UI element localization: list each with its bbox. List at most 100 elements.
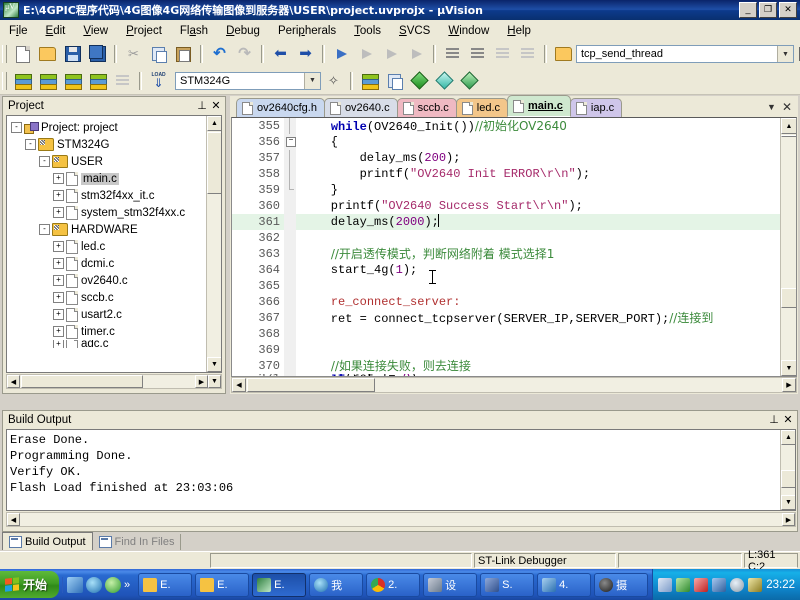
tree-item-project[interactable]: - Project: project [11, 119, 221, 136]
code-line[interactable]: 359 } [232, 182, 780, 198]
rebuild-all-button[interactable] [61, 69, 84, 92]
scrollbar-thumb[interactable] [781, 470, 795, 488]
scroll-down-icon[interactable]: ▼ [781, 495, 795, 510]
scroll-down-icon[interactable]: ▼ [207, 357, 221, 372]
tree-file-adc-c[interactable]: + adc.c [11, 340, 221, 348]
code-line[interactable]: 360 printf("OV2640 Success Start\r\n"); [232, 198, 780, 214]
bookmark-browse-button[interactable] [795, 43, 800, 66]
code-vertical-scrollbar[interactable]: ▲ ▼ [780, 118, 796, 376]
tree-toggle[interactable]: + [53, 326, 64, 337]
tree-toggle[interactable]: - [11, 122, 22, 133]
taskbar-clock[interactable]: 23:22 [766, 579, 795, 591]
scrollbar-thumb[interactable] [207, 132, 221, 194]
editor-tab-sccb-c[interactable]: sccb.c [396, 98, 457, 117]
menu-project[interactable]: Project [117, 23, 171, 39]
close-button[interactable]: ✕ [779, 2, 797, 18]
scroll-left-icon[interactable]: ◀ [7, 513, 20, 526]
code-line[interactable]: 368 [232, 326, 780, 342]
fold-marker[interactable] [284, 278, 296, 294]
navigate-forward-button[interactable]: ➡ [294, 43, 317, 66]
chevron-down-icon[interactable]: ▼ [304, 72, 320, 89]
code-line[interactable]: 369 [232, 342, 780, 358]
code-line[interactable]: 363 //开启透传模式，判断网络附着 模式选择1 [232, 246, 780, 262]
menu-edit[interactable]: Edit [37, 23, 75, 39]
menu-svcs[interactable]: SVCS [390, 23, 439, 39]
scrollbar-thumb[interactable] [21, 375, 143, 388]
menu-view[interactable]: View [74, 23, 117, 39]
tree-file-led-c[interactable]: + led.c [11, 238, 221, 255]
pack-installer-button[interactable] [433, 69, 456, 92]
cable-icon[interactable] [748, 577, 763, 592]
code-line[interactable]: 367 ret = connect_tcpserver(SERVER_IP,SE… [232, 310, 780, 326]
tree-group-user[interactable]: - USER [11, 153, 221, 170]
code-line-current[interactable]: 361 delay_ms(2000); [232, 214, 780, 230]
scroll-up-icon[interactable]: ▲ [781, 118, 796, 134]
task-button-device[interactable]: 4. [537, 572, 592, 597]
stop-build-button[interactable] [111, 69, 134, 92]
editor-tab-main-c[interactable]: main.c [507, 95, 571, 117]
task-button-explorer-2[interactable]: E. [195, 572, 250, 597]
code-line[interactable]: 355 while(OV2640_Init())//初始化OV2640 [232, 118, 780, 134]
tree-file-system-stm32f4xx-c[interactable]: + system_stm32f4xx.c [11, 204, 221, 221]
toolbar-grip[interactable] [2, 45, 7, 63]
code-line[interactable]: 364 start_4g(1); [232, 262, 780, 278]
fold-marker[interactable] [284, 230, 296, 246]
close-icon[interactable]: ✕ [782, 100, 792, 114]
tree-file-stm32f4xx-it-c[interactable]: + stm32f4xx_it.c [11, 187, 221, 204]
tree-file-sccb-c[interactable]: + sccb.c [11, 289, 221, 306]
quick-launch-overflow[interactable]: » [124, 579, 130, 591]
fold-marker[interactable] [284, 262, 296, 278]
tree-toggle[interactable]: + [53, 190, 64, 201]
open-file-button[interactable] [36, 43, 59, 66]
editor-tab-ov2640-c[interactable]: ov2640.c [323, 98, 398, 117]
tree-toggle[interactable]: + [53, 241, 64, 252]
manage-multi-project-button[interactable] [383, 69, 406, 92]
menu-file[interactable]: File [0, 23, 37, 39]
tree-toggle[interactable]: + [53, 258, 64, 269]
pin-icon[interactable]: ⊥ [767, 413, 781, 427]
fold-marker[interactable] [284, 166, 296, 182]
menu-flash[interactable]: Flash [171, 23, 217, 39]
undo-button[interactable]: ↶ [208, 43, 231, 66]
paste-button[interactable] [172, 43, 195, 66]
comment-button[interactable] [491, 43, 514, 66]
close-icon[interactable]: ✕ [209, 99, 223, 113]
download-to-flash-button[interactable] [147, 69, 170, 92]
fold-marker[interactable] [284, 118, 296, 134]
show-desktop-icon[interactable] [67, 576, 84, 593]
toolbar-grip[interactable] [2, 71, 7, 90]
editor-tab-ov2640cfg-h[interactable]: ov2640cfg.h [236, 98, 325, 117]
clear-bookmarks-button[interactable] [405, 43, 428, 66]
menu-debug[interactable]: Debug [217, 23, 269, 39]
tree-toggle[interactable]: + [53, 207, 64, 218]
task-button-settings[interactable]: 设 [423, 572, 478, 597]
function-combo-icon-button[interactable] [552, 43, 575, 66]
task-button-uvision[interactable]: E. [252, 572, 307, 597]
code-line[interactable]: 357 delay_ms(200); [232, 150, 780, 166]
batch-build-button[interactable] [86, 69, 109, 92]
scroll-left-icon[interactable]: ◀ [232, 378, 246, 392]
menu-peripherals[interactable]: Peripherals [269, 23, 345, 39]
toggle-bookmark-button[interactable] [330, 43, 353, 66]
scrollbar-thumb[interactable] [781, 288, 796, 308]
scroll-left-icon[interactable]: ◀ [7, 375, 20, 388]
browser-icon[interactable] [105, 576, 122, 593]
tree-toggle[interactable]: - [39, 224, 50, 235]
display-icon[interactable] [712, 577, 727, 592]
chevron-down-icon[interactable]: ▼ [777, 46, 793, 62]
tree-toggle[interactable]: + [53, 173, 64, 184]
fold-marker[interactable] [284, 294, 296, 310]
tree-file-main-c[interactable]: + main.c [11, 170, 221, 187]
indent-button[interactable] [441, 43, 464, 66]
tree-toggle[interactable]: - [25, 139, 36, 150]
fold-marker[interactable] [284, 342, 296, 358]
code-line[interactable]: 370 //如果连接失败，则去连接 [232, 358, 780, 374]
scroll-right-icon[interactable]: ▶ [782, 513, 795, 526]
media-player-icon[interactable] [86, 576, 103, 593]
tree-toggle[interactable]: + [53, 275, 64, 286]
tree-toggle[interactable]: + [53, 309, 64, 320]
fold-marker[interactable] [284, 310, 296, 326]
tree-toggle[interactable]: + [53, 292, 64, 303]
scrollbar-thumb[interactable] [781, 135, 796, 137]
build-output-vertical-scrollbar[interactable]: ▲ ▼ [780, 430, 795, 510]
